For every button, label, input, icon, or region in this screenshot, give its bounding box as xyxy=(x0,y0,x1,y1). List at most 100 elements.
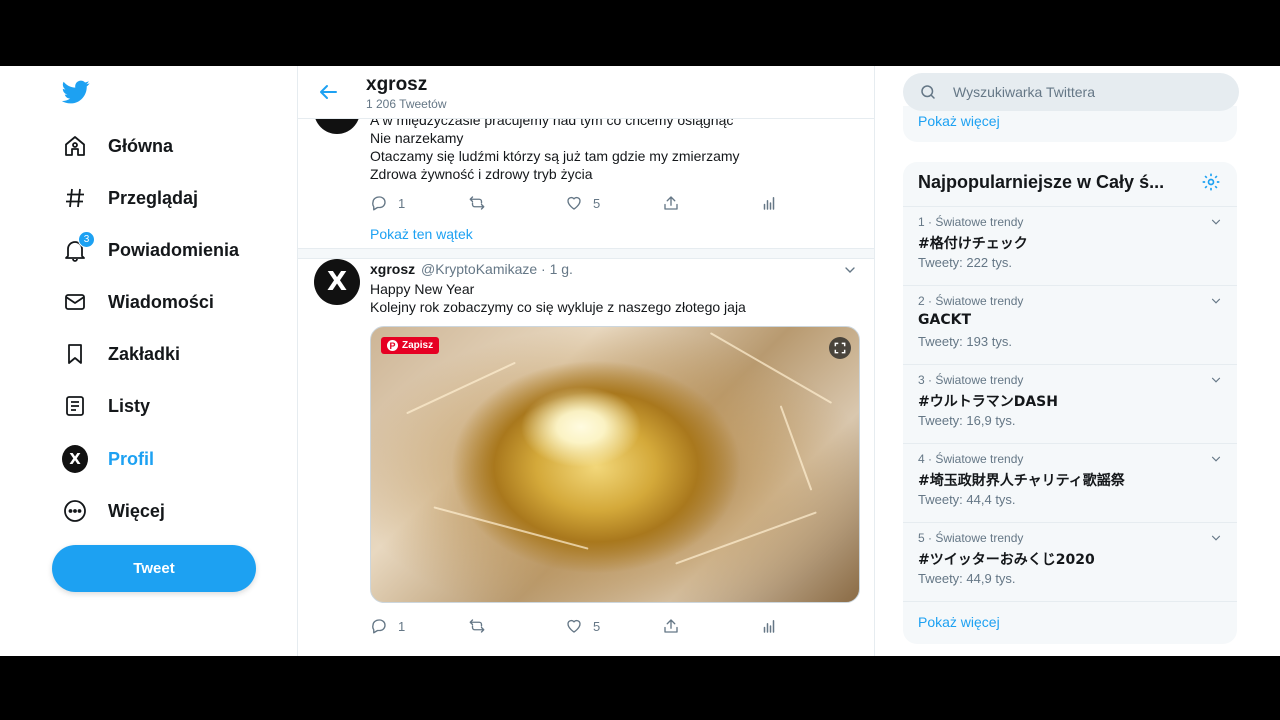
chevron-down-icon[interactable] xyxy=(842,262,858,278)
chevron-down-icon[interactable] xyxy=(1209,531,1223,545)
previous-show-more-link[interactable]: Pokaż więcej xyxy=(918,113,1000,129)
tweet1-reply-count: 1 xyxy=(398,195,406,211)
nav-profile-label: Profil xyxy=(108,448,155,469)
tweet1-retweet-button[interactable] xyxy=(468,194,486,212)
tweet2-actions: 1 5 xyxy=(370,617,790,639)
page-title: xgrosz xyxy=(366,74,428,95)
retweet-icon xyxy=(469,196,485,210)
trend-count: Tweety: 193 tys. xyxy=(918,334,1012,349)
heart-icon xyxy=(567,196,581,210)
list-icon xyxy=(62,393,88,419)
profile-header: xgrosz 1 206 Tweetów xyxy=(298,66,874,119)
trend-count: Tweety: 222 tys. xyxy=(918,255,1012,270)
twitter-window: Główna Przeglądaj 3 Powiadomienia Wiadom… xyxy=(0,66,1280,656)
nav-bookmarks-label: Zakładki xyxy=(108,343,181,364)
tweet2-retweet-button[interactable] xyxy=(468,617,486,635)
tweet-button[interactable]: Tweet xyxy=(52,545,256,592)
trends-title: Najpopularniejsze w Cały ś... xyxy=(918,172,1165,192)
left-navigation: Główna Przeglądaj 3 Powiadomienia Wiadom… xyxy=(0,66,297,656)
tweet1-share-button[interactable] xyxy=(662,194,680,212)
chevron-down-icon[interactable] xyxy=(1209,215,1223,229)
tweet2-analytics-button[interactable] xyxy=(760,617,778,635)
tweet1-like-button[interactable]: 5 xyxy=(565,194,600,212)
trend-item[interactable]: 5 · Światowe trendy #ツイッターおみくじ2020 Tweet… xyxy=(903,522,1237,601)
show-more-trends-link[interactable]: Pokaż więcej xyxy=(918,614,1000,630)
back-arrow-icon[interactable] xyxy=(316,80,340,104)
trend-name: #ウルトラマンDASH xyxy=(918,394,1058,410)
bell-icon: 3 xyxy=(62,231,95,263)
tweet2-text: Happy New Year Kolejny rok zobaczymy co … xyxy=(370,281,746,315)
nav-lists-label: Listy xyxy=(108,395,151,416)
more-icon xyxy=(62,498,88,524)
tweet1-reply-button[interactable]: 1 xyxy=(370,194,405,212)
trend-item[interactable]: 2 · Światowe trendy GACKT Tweety: 193 ty… xyxy=(903,285,1237,364)
right-sidebar: Pokaż więcej Najpopularniejsze w Cały ś.… xyxy=(873,66,1280,656)
trend-meta: 1 · Światowe trendy xyxy=(918,215,1024,229)
search-icon xyxy=(921,85,935,99)
trend-meta: 5 · Światowe trendy xyxy=(918,531,1024,545)
nav-home-label: Główna xyxy=(108,135,174,156)
search-box[interactable] xyxy=(903,73,1239,111)
nav-messages[interactable]: Wiadomości xyxy=(52,280,224,324)
tweet2-like-button[interactable]: 5 xyxy=(565,617,600,635)
tweet2-reply-button[interactable]: 1 xyxy=(370,617,405,635)
twitter-logo-icon[interactable] xyxy=(60,78,92,106)
profile-avatar: X xyxy=(62,445,88,473)
nav-profile[interactable]: X Profil xyxy=(52,437,164,481)
previous-panel: Pokaż więcej xyxy=(903,106,1237,142)
tweet1-actions: 1 5 xyxy=(370,194,790,216)
tweet-count: 1 206 Tweetów xyxy=(366,97,447,111)
pinterest-save-button[interactable]: P Zapisz xyxy=(381,337,440,354)
trend-count: Tweety: 16,9 tys. xyxy=(918,413,1016,428)
trend-meta: 3 · Światowe trendy xyxy=(918,373,1024,387)
tweet2-author-name[interactable]: xgrosz xyxy=(370,261,415,277)
share-icon xyxy=(664,196,678,210)
trend-item[interactable]: 1 · Światowe trendy #格付けチェック Tweety: 222… xyxy=(903,206,1237,285)
nav-lists[interactable]: Listy xyxy=(52,384,160,428)
share-icon xyxy=(664,619,678,633)
nav-notifications[interactable]: 3 Powiadomienia xyxy=(52,228,249,272)
analytics-icon xyxy=(763,197,775,210)
chevron-down-icon[interactable] xyxy=(1209,294,1223,308)
tweet2-like-count: 5 xyxy=(593,618,601,634)
nav-explore-label: Przeglądaj xyxy=(108,187,199,208)
trend-name: #格付けチェック xyxy=(918,236,1028,252)
tweet2-share-button[interactable] xyxy=(662,617,680,635)
tweet1-text: A w międzyczasie pracujemy nad tym co ch… xyxy=(370,112,740,182)
timeline-column: xgrosz 1 206 Tweetów A w międzyczasie pr… xyxy=(297,66,875,656)
analytics-icon xyxy=(763,620,775,633)
trend-count: Tweety: 44,4 tys. xyxy=(918,492,1016,507)
reply-icon xyxy=(372,196,386,211)
tweet1-like-count: 5 xyxy=(593,195,601,211)
expand-icon[interactable] xyxy=(829,337,851,359)
chevron-down-icon[interactable] xyxy=(1209,373,1223,387)
home-icon xyxy=(62,133,88,159)
notification-badge: 3 xyxy=(78,231,95,248)
pin-label: Zapisz xyxy=(402,340,434,351)
trend-name: #ツイッターおみくじ2020 xyxy=(918,552,1095,568)
tweet1-analytics-button[interactable] xyxy=(760,194,778,212)
nav-bookmarks[interactable]: Zakładki xyxy=(52,332,190,376)
tweet2-handle-time[interactable]: @KryptoKamikaze · 1 g. xyxy=(421,261,573,277)
reply-icon xyxy=(372,619,386,634)
nav-more[interactable]: Więcej xyxy=(52,489,175,533)
pinterest-icon: P xyxy=(387,340,398,351)
tweet2-reply-count: 1 xyxy=(398,618,406,634)
tweet-separator xyxy=(298,248,874,259)
hashtag-icon xyxy=(62,185,88,211)
retweet-icon xyxy=(469,619,485,633)
show-thread-link[interactable]: Pokaż ten wątek xyxy=(370,226,473,242)
trends-panel: Najpopularniejsze w Cały ś... 1 · Świato… xyxy=(903,162,1237,644)
nav-home[interactable]: Główna xyxy=(52,124,183,168)
trend-item[interactable]: 3 · Światowe trendy #ウルトラマンDASH Tweety: … xyxy=(903,364,1237,443)
chevron-down-icon[interactable] xyxy=(1209,452,1223,466)
trend-item[interactable]: 4 · Światowe trendy #埼玉政財界人チャリティ歌謡祭 Twee… xyxy=(903,443,1237,522)
gear-icon[interactable] xyxy=(1201,172,1221,192)
nav-explore[interactable]: Przeglądaj xyxy=(52,176,208,220)
tweet2-image-golden-egg[interactable]: P Zapisz xyxy=(370,326,860,603)
trend-name: GACKT xyxy=(918,312,971,328)
tweet2-header: xgrosz @KryptoKamikaze · 1 g. xyxy=(370,261,573,277)
nav-messages-label: Wiadomości xyxy=(108,291,214,312)
search-input[interactable] xyxy=(951,83,1235,101)
tweet2-avatar[interactable]: X xyxy=(314,259,360,305)
